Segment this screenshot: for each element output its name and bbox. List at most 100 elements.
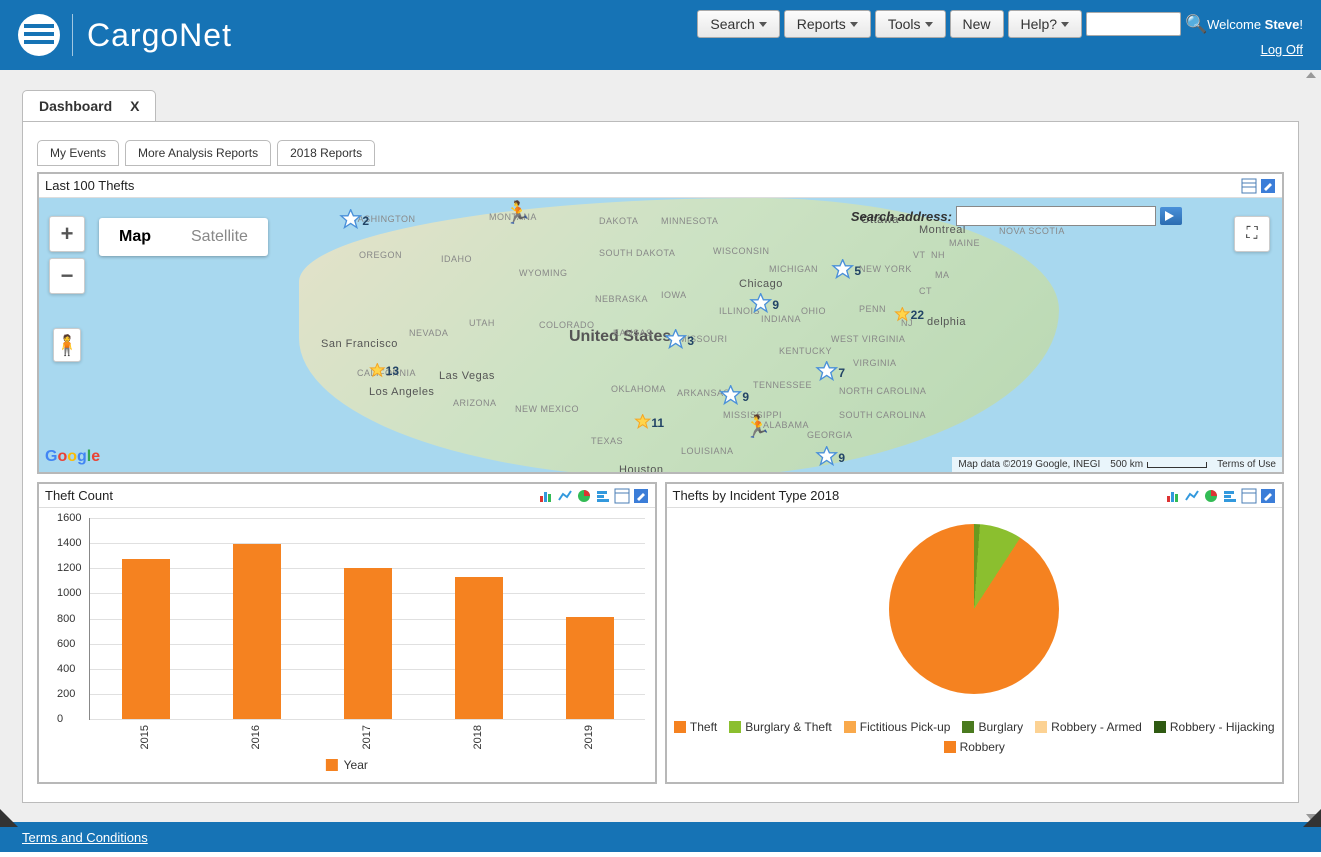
global-search-input[interactable] [1086,12,1181,36]
zoom-in-button[interactable]: + [49,216,85,252]
map-place-label: SOUTH CAROLINA [839,410,926,420]
line-chart-icon[interactable] [1184,488,1200,504]
pie-chart-icon[interactable] [1203,488,1219,504]
map-place-label: NEVADA [409,328,448,338]
search-go-button[interactable] [1160,207,1182,225]
widget-theft-count: Theft Count Year 02004006008001000120014… [37,482,657,784]
legend-label: Burglary & Theft [745,718,831,736]
map-place-label: MA [935,270,950,280]
tab-dashboard[interactable]: Dashboard X [22,90,156,121]
map-place-label: NOVA SCOTIA [999,226,1065,236]
map-type-map[interactable]: Map [99,218,171,256]
header-nav: Search Reports Tools New Help? 🔍 Welcome… [697,10,1303,57]
map-place-label: NEW YORK [859,264,912,274]
data-table-icon[interactable] [614,488,630,504]
nav-reports[interactable]: Reports [784,10,871,38]
search-address-input[interactable] [956,206,1156,226]
legend-swatch [962,721,974,733]
map-cluster-marker[interactable]: 9 [719,382,749,412]
pegman-icon[interactable]: 🧍 [53,328,81,362]
map-cluster-marker[interactable]: 22 [894,300,924,330]
bar [233,544,281,719]
legend-item: Theft [674,718,717,736]
zoom-out-button[interactable]: − [49,258,85,294]
data-table-icon[interactable] [1241,178,1257,194]
subtab-my-events[interactable]: My Events [37,140,119,166]
map-cluster-marker[interactable]: 3 [664,326,694,356]
map-cluster-marker[interactable]: 9 [815,443,845,472]
logoff-link[interactable]: Log Off [1261,42,1303,57]
map-cluster-marker[interactable]: 13 [369,356,399,386]
map-place-label: Chicago [739,278,783,290]
caret-down-icon [1061,22,1069,27]
dashboard-panel: My Events More Analysis Reports 2018 Rep… [22,121,1299,803]
bar-chart-icon[interactable] [538,488,554,504]
bar [566,617,614,719]
map-cluster-marker[interactable]: 2 [339,206,369,236]
tab-close-button[interactable]: X [130,98,139,114]
search-icon[interactable]: 🔍 [1185,15,1203,33]
fullscreen-button[interactable]: ⛶ [1234,216,1270,252]
bar-chart-body: Year 02004006008001000120014001600201520… [39,508,655,778]
map-place-label: VIRGINIA [853,358,897,368]
map-place-label: Houston [619,464,663,472]
map-place-label: VT [913,250,926,260]
map-type-satellite[interactable]: Satellite [171,218,268,256]
runner-icon: 🏃 [744,414,771,440]
hbar-chart-icon[interactable] [1222,488,1238,504]
scroll-indicator[interactable] [1303,72,1317,820]
y-axis-tick: 200 [57,688,75,700]
logo-icon [18,14,60,56]
legend-swatch [1154,721,1166,733]
map-cluster-marker[interactable]: 5 [831,256,861,286]
map-place-label: COLORADO [539,320,595,330]
subtab-more-reports[interactable]: More Analysis Reports [125,140,271,166]
app-header: CargoNet Search Reports Tools New Help? … [0,0,1321,70]
search-address-label: Search address: [851,209,952,224]
x-axis-tick: 2015 [139,725,151,749]
map-search: Search address: [851,206,1182,226]
scalebar [1147,462,1207,468]
map-cluster-marker[interactable]: 9 [749,290,779,320]
y-axis-tick: 1400 [57,537,81,549]
bar-chart-icon[interactable] [1165,488,1181,504]
hbar-chart-icon[interactable] [595,488,611,504]
map-data-credit: Map data ©2019 Google, INEGI [958,459,1100,470]
map-cluster-marker[interactable]: 11 [634,408,664,438]
y-axis-tick: 0 [57,713,63,725]
legend-swatch [674,721,686,733]
caret-down-icon [850,22,858,27]
widget-toolbar [1241,178,1276,194]
caret-down-icon [925,22,933,27]
legend-swatch [326,759,338,771]
corner-decoration [0,809,18,827]
map-terms-link[interactable]: Terms of Use [1217,459,1276,470]
map-place-label: IOWA [661,290,687,300]
map-place-label: MICHIGAN [769,264,818,274]
map-place-label: TENNESSEE [753,380,812,390]
legend-swatch [844,721,856,733]
edit-icon[interactable] [1260,178,1276,194]
tab-label: Dashboard [39,98,112,114]
legend-item: Burglary [962,718,1023,736]
y-axis-tick: 400 [57,663,75,675]
edit-icon[interactable] [1260,488,1276,504]
nav-help[interactable]: Help? [1008,10,1083,38]
line-chart-icon[interactable] [557,488,573,504]
legend-label: Theft [690,718,717,736]
subtab-2018-reports[interactable]: 2018 Reports [277,140,375,166]
x-axis-tick: 2016 [250,725,262,749]
map-place-label: WEST VIRGINIA [831,334,905,344]
map-place-label: OKLAHOMA [611,384,666,394]
nav-tools[interactable]: Tools [875,10,946,38]
edit-icon[interactable] [633,488,649,504]
nav-search[interactable]: Search [697,10,779,38]
map-attribution: Map data ©2019 Google, INEGI 500 km Term… [952,457,1282,472]
map-cluster-marker[interactable]: 7 [815,358,845,388]
nav-new[interactable]: New [950,10,1004,38]
map-canvas[interactable]: United States WASHINGTONMONTANADAKOTAORE… [39,198,1282,472]
header-divider [72,14,73,56]
data-table-icon[interactable] [1241,488,1257,504]
terms-link[interactable]: Terms and Conditions [22,830,148,845]
pie-chart-icon[interactable] [576,488,592,504]
